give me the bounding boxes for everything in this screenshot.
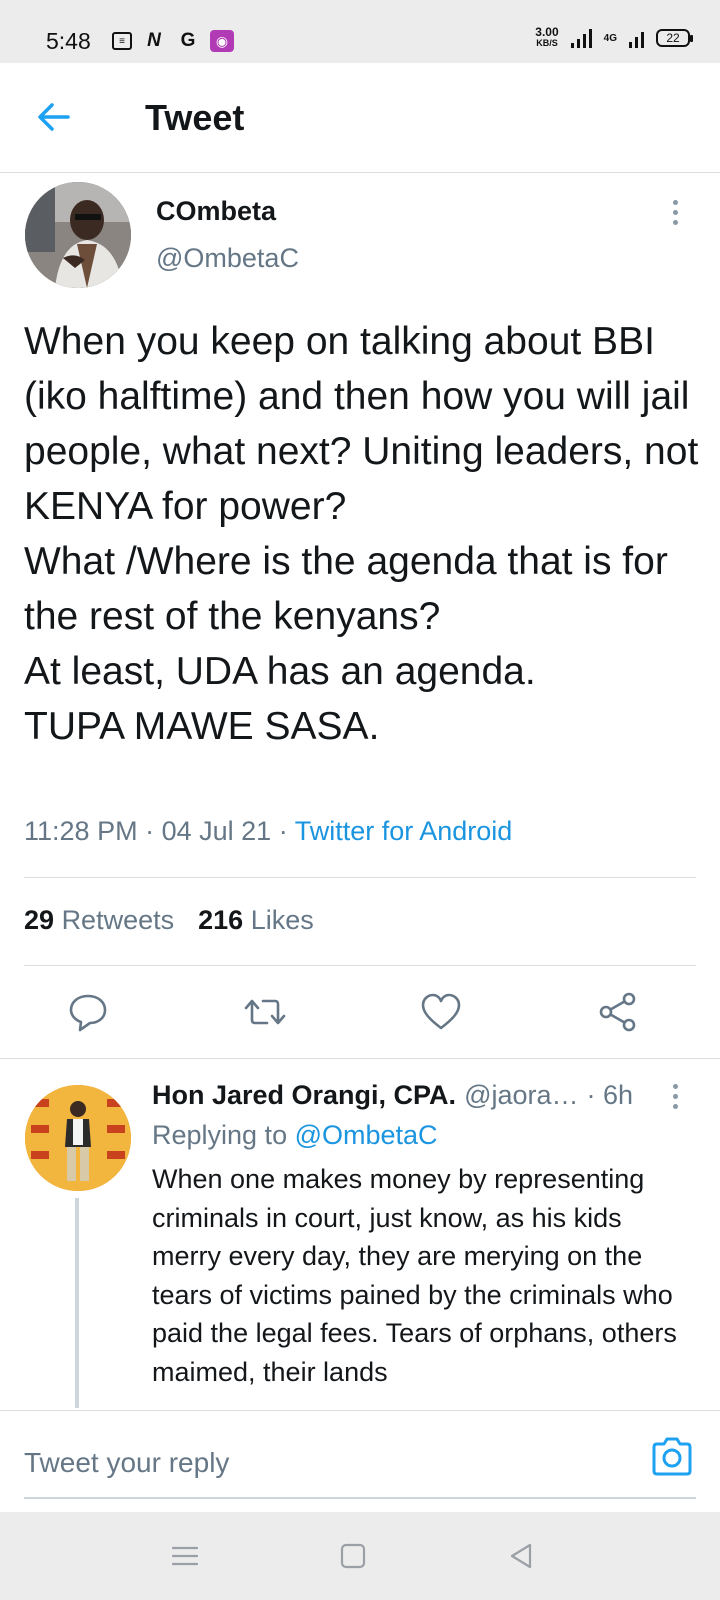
reply-author-name[interactable]: Hon Jared Orangi, CPA. xyxy=(152,1080,456,1111)
back-arrow-icon[interactable] xyxy=(34,97,74,137)
reply-header: Hon Jared Orangi, CPA. @jaora… · 6h xyxy=(152,1080,633,1111)
retweets-label: Retweets xyxy=(61,905,175,935)
notes-icon: ≡ xyxy=(112,32,132,50)
battery-icon: 22 xyxy=(656,29,693,47)
more-options-icon[interactable] xyxy=(670,200,680,230)
replying-label: Replying to xyxy=(152,1120,288,1150)
author-avatar[interactable] xyxy=(25,182,131,288)
author-handle[interactable]: @OmbetaC xyxy=(156,243,299,274)
signal-2-icon xyxy=(629,28,644,48)
tweet-stats: 29 Retweets 216 Likes xyxy=(24,905,314,936)
likes-stat[interactable]: 216 Likes xyxy=(198,905,314,936)
reply-input-underline xyxy=(24,1497,696,1499)
network-speed: 3.00 KB/S xyxy=(535,25,559,49)
network-type: 4G xyxy=(603,32,617,44)
system-nav-bar xyxy=(0,1512,720,1600)
reply-input[interactable]: Tweet your reply xyxy=(24,1447,229,1479)
avatar-photo xyxy=(25,182,131,288)
tweet-time: 11:28 PM xyxy=(24,816,138,846)
status-time: 5:48 xyxy=(46,28,91,54)
podcast-app-icon: ◉ xyxy=(210,30,234,52)
camera-icon[interactable] xyxy=(649,1435,695,1479)
reply-text: When one makes money by representing cri… xyxy=(152,1164,677,1387)
network-speed-unit: KB/S xyxy=(536,38,558,48)
divider xyxy=(24,965,696,966)
reply-avatar-photo xyxy=(25,1085,131,1191)
page-title: Tweet xyxy=(145,97,245,138)
signal-icon xyxy=(570,28,592,48)
menu-icon[interactable] xyxy=(169,1540,201,1572)
likes-label: Likes xyxy=(250,905,314,935)
divider xyxy=(24,877,696,878)
n-app-icon: N xyxy=(147,30,161,51)
retweet-icon[interactable] xyxy=(243,990,287,1034)
meta-separator: · xyxy=(145,816,162,846)
retweets-stat[interactable]: 29 Retweets xyxy=(24,905,174,936)
status-system-icons: 3.00 KB/S 4G 22 xyxy=(535,25,693,49)
replying-to: Replying to @OmbetaC xyxy=(152,1120,438,1151)
thread-line xyxy=(75,1198,79,1408)
reply-icon[interactable] xyxy=(66,990,110,1034)
home-square-icon[interactable] xyxy=(337,1540,369,1572)
divider xyxy=(0,1058,720,1059)
reply-author-handle[interactable]: @jaora… xyxy=(464,1080,578,1111)
reply-author-avatar[interactable] xyxy=(25,1085,131,1191)
meta-separator: · xyxy=(278,816,295,846)
author-name[interactable]: COmbeta xyxy=(156,196,276,227)
tweet-date: 04 Jul 21 xyxy=(161,816,272,846)
app-header: Tweet xyxy=(0,63,720,173)
status-notification-icons: ≡ N G ◉ xyxy=(112,30,234,52)
likes-count: 216 xyxy=(198,905,244,935)
share-icon[interactable] xyxy=(596,990,640,1034)
network-speed-value: 3.00 xyxy=(535,25,559,39)
reply-more-options-icon[interactable] xyxy=(670,1084,680,1114)
like-heart-icon[interactable] xyxy=(419,990,463,1034)
back-triangle-icon[interactable] xyxy=(505,1540,537,1572)
retweets-count: 29 xyxy=(24,905,55,935)
replying-to-handle[interactable]: @OmbetaC xyxy=(295,1120,438,1150)
tweet-source-link[interactable]: Twitter for Android xyxy=(295,816,513,846)
status-bar: 5:48 ≡ N G ◉ 3.00 KB/S 4G 22 xyxy=(0,0,720,63)
reply-time: · 6h xyxy=(586,1080,634,1110)
tweet-text: When you keep on talking about BBI (iko … xyxy=(24,320,699,748)
tweet-meta: 11:28 PM · 04 Jul 21 · Twitter for Andro… xyxy=(24,816,512,847)
reply-composer: Tweet your reply xyxy=(0,1410,720,1512)
google-icon: G xyxy=(180,30,196,51)
